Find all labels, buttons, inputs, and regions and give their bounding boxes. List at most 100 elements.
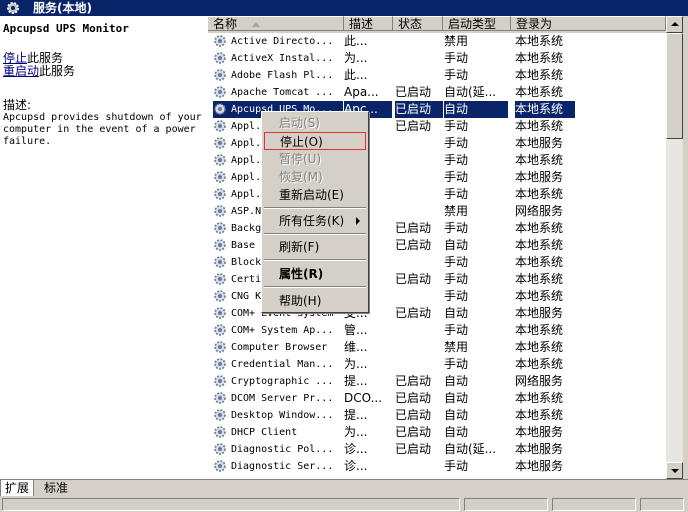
cell-name: DCOM Server Pr... bbox=[213, 390, 343, 407]
sort-arrow-icon bbox=[252, 22, 260, 27]
cell-startup: 禁用 bbox=[444, 34, 469, 48]
service-gear-icon bbox=[213, 119, 227, 133]
status-panel-4 bbox=[640, 498, 684, 511]
scroll-down-button[interactable] bbox=[666, 462, 683, 479]
cell-startup: 手动 bbox=[444, 323, 469, 337]
cell-desc: 此... bbox=[344, 34, 368, 48]
cell-status: 已启动 bbox=[395, 85, 432, 99]
cell-logon: 本地系统 bbox=[515, 340, 564, 354]
tab-standard[interactable]: 标准 bbox=[40, 480, 72, 496]
service-name: COM+ System Ap... bbox=[231, 325, 334, 336]
restart-service-link[interactable]: 重启动 bbox=[3, 64, 39, 78]
table-row[interactable]: Apache Tomcat ... Apa... 已启动 自动(延... 本地系统 bbox=[208, 84, 666, 101]
status-panel-3 bbox=[552, 498, 636, 511]
cell-startup: 手动 bbox=[444, 119, 469, 133]
cell-desc: 为... bbox=[344, 51, 368, 65]
scroll-thumb[interactable] bbox=[666, 33, 683, 139]
cell-status bbox=[395, 254, 443, 271]
column-header-status[interactable]: 状态 bbox=[393, 16, 443, 31]
service-gear-icon bbox=[213, 238, 227, 252]
service-gear-icon bbox=[213, 340, 227, 354]
status-panel-2 bbox=[464, 498, 548, 511]
cell-status: 已启动 bbox=[395, 221, 432, 235]
cell-status bbox=[395, 322, 443, 339]
service-name: Active Directo... bbox=[231, 36, 334, 47]
cell-logon: 本地系统 bbox=[515, 119, 564, 133]
menu-item-start[interactable]: 启动(S) bbox=[264, 114, 366, 132]
table-row[interactable]: Diagnostic Ser... 诊... 手动 本地服务 bbox=[208, 458, 666, 475]
column-header-logon[interactable]: 登录为 bbox=[511, 16, 666, 31]
status-bar bbox=[0, 496, 688, 512]
menu-separator bbox=[264, 233, 366, 235]
cell-name: Diagnostic Pol... bbox=[213, 441, 343, 458]
menu-item-properties[interactable]: 属性(R) bbox=[264, 265, 366, 283]
table-row[interactable]: Diagnostic Pol... 诊... 已启动 自动(延... 本地服务 bbox=[208, 441, 666, 458]
service-name: ActiveX Instal... bbox=[231, 53, 334, 64]
table-row[interactable]: Computer Browser 维... 禁用 本地系统 bbox=[208, 339, 666, 356]
cell-desc: 提... bbox=[344, 408, 368, 422]
cell-startup: 禁用 bbox=[444, 204, 469, 218]
menu-item-help[interactable]: 帮助(H) bbox=[264, 292, 366, 310]
table-row[interactable]: Desktop Window... 提... 已启动 自动 本地系统 bbox=[208, 407, 666, 424]
column-header-name-label: 名称 bbox=[213, 17, 238, 31]
cell-status: 已启动 bbox=[395, 408, 432, 422]
menu-item-pause[interactable]: 暂停(U) bbox=[264, 150, 366, 168]
column-header-startup[interactable]: 启动类型 bbox=[443, 16, 511, 31]
table-row[interactable]: DHCP Client 为... 已启动 自动 本地服务 bbox=[208, 424, 666, 441]
table-row[interactable]: ActiveX Instal... 为... 手动 本地系统 bbox=[208, 50, 666, 67]
cell-name: Credential Man... bbox=[213, 356, 343, 373]
menu-item-restart[interactable]: 重新启动(E) bbox=[264, 186, 366, 204]
cell-startup: 自动 bbox=[444, 306, 469, 320]
service-gear-icon bbox=[213, 306, 227, 320]
service-name: Credential Man... bbox=[231, 359, 334, 370]
cell-logon: 本地系统 bbox=[515, 101, 575, 118]
cell-startup: 手动 bbox=[444, 357, 469, 371]
table-row[interactable]: Active Directo... 此... 禁用 本地系统 bbox=[208, 33, 666, 50]
scroll-up-button[interactable] bbox=[666, 16, 683, 33]
description-panel: Apcupsd UPS Monitor 停止此服务 重启动此服务 描述: Apc… bbox=[0, 16, 208, 479]
column-header-name[interactable]: 名称 bbox=[208, 16, 344, 31]
table-row[interactable]: Cryptographic ... 提... 已启动 自动 网络服务 bbox=[208, 373, 666, 390]
restart-service-suffix: 此服务 bbox=[39, 64, 76, 78]
service-gear-icon bbox=[213, 459, 227, 473]
menu-item-all-tasks[interactable]: 所有任务(K) bbox=[264, 212, 366, 230]
service-gear-icon bbox=[213, 204, 227, 218]
tab-extended[interactable]: 扩展 bbox=[0, 480, 35, 497]
cell-startup: 手动 bbox=[444, 187, 469, 201]
menu-item-stop[interactable]: 停止(O) bbox=[264, 132, 366, 150]
table-row[interactable]: COM+ System Ap... 管... 手动 本地系统 bbox=[208, 322, 666, 339]
table-row[interactable]: Adobe Flash Pl... 此... 手动 本地系统 bbox=[208, 67, 666, 84]
table-row[interactable]: DCOM Server Pr... DCO... 已启动 自动 本地系统 bbox=[208, 390, 666, 407]
menu-item-refresh[interactable]: 刷新(F) bbox=[264, 238, 366, 256]
cell-startup: 手动 bbox=[444, 272, 469, 286]
cell-status bbox=[395, 339, 443, 356]
cell-status bbox=[395, 288, 443, 305]
service-name: Cryptographic ... bbox=[231, 376, 334, 387]
cell-logon: 本地系统 bbox=[515, 153, 564, 167]
cell-logon: 本地服务 bbox=[515, 136, 564, 150]
cell-startup: 自动 bbox=[444, 374, 469, 388]
cell-status: 已启动 bbox=[395, 306, 432, 320]
cell-logon: 本地服务 bbox=[515, 442, 564, 456]
cell-status: 已启动 bbox=[395, 119, 432, 133]
cell-status: 已启动 bbox=[395, 425, 432, 439]
cell-startup: 禁用 bbox=[444, 340, 469, 354]
menu-item-resume[interactable]: 恢复(M) bbox=[264, 168, 366, 186]
vertical-scrollbar[interactable] bbox=[666, 16, 683, 479]
cell-startup: 自动 bbox=[444, 101, 508, 118]
cell-status bbox=[395, 152, 443, 169]
cell-logon: 本地系统 bbox=[515, 391, 564, 405]
cell-status bbox=[395, 203, 443, 220]
table-row[interactable]: Credential Man... 为... 手动 本地系统 bbox=[208, 356, 666, 373]
cell-status: 已启动 bbox=[395, 442, 432, 456]
service-gear-icon bbox=[213, 391, 227, 405]
selected-service-name: Apcupsd UPS Monitor bbox=[3, 22, 129, 35]
service-gear-icon bbox=[213, 425, 227, 439]
service-name: Diagnostic Ser... bbox=[231, 461, 334, 472]
service-gear-icon bbox=[213, 289, 227, 303]
service-gear-icon bbox=[213, 357, 227, 371]
cell-startup: 手动 bbox=[444, 289, 469, 303]
column-header-desc[interactable]: 描述 bbox=[344, 16, 393, 31]
cell-desc: 提... bbox=[344, 374, 368, 388]
service-gear-icon bbox=[213, 51, 227, 65]
